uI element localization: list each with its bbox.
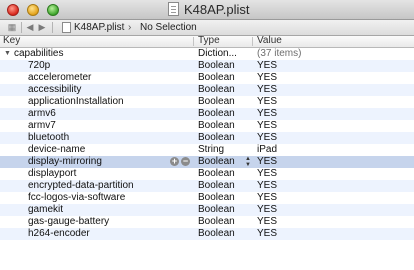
row-key: gamekit <box>28 204 64 215</box>
plist-row[interactable]: displayport Boolean YES <box>0 168 414 180</box>
plist-row-selected[interactable]: display-mirroring + − Boolean ▲ ▼ YES <box>0 156 414 168</box>
plist-row[interactable]: armv7 Boolean YES <box>0 120 414 132</box>
row-value: iPad <box>257 144 278 155</box>
plist-row-capabilities[interactable]: ▼ capabilities Diction... (37 items) <box>0 48 414 60</box>
disclosure-triangle-icon[interactable]: ▼ <box>4 48 11 60</box>
forward-arrow-icon[interactable]: ▶ <box>37 20 47 35</box>
row-value: YES <box>257 96 278 107</box>
column-header-value[interactable]: Value <box>257 35 282 47</box>
breadcrumb-file[interactable]: K48AP.plist <box>74 20 124 35</box>
add-item-icon[interactable]: + <box>170 157 179 166</box>
row-value: YES <box>257 228 278 239</box>
row-key: applicationInstallation <box>28 96 124 107</box>
plist-row[interactable]: armv6 Boolean YES <box>0 108 414 120</box>
plist-row[interactable]: bluetooth Boolean YES <box>0 132 414 144</box>
row-key: accelerometer <box>28 72 92 83</box>
row-key: h264-encoder <box>28 228 90 239</box>
row-value: YES <box>257 180 278 191</box>
related-items-grid-icon[interactable]: ▦ <box>6 20 18 35</box>
remove-item-icon[interactable]: − <box>181 157 190 166</box>
jump-bar-separator <box>21 22 22 33</box>
column-divider[interactable] <box>193 37 194 46</box>
document-icon <box>168 2 179 16</box>
plist-row[interactable]: applicationInstallation Boolean YES <box>0 96 414 108</box>
column-header: Key Type Value <box>0 35 414 48</box>
row-type: Boolean <box>198 72 235 83</box>
row-value: (37 items) <box>257 48 302 59</box>
row-key: accessibility <box>28 84 82 95</box>
title-bar: K48AP.plist <box>0 0 414 20</box>
row-type: Boolean <box>198 228 235 239</box>
row-key: encrypted-data-partition <box>28 180 134 191</box>
row-value: YES <box>257 120 278 131</box>
plist-row[interactable]: device-name String iPad <box>0 144 414 156</box>
value-stepper-icon[interactable]: ▲ ▼ <box>244 156 252 168</box>
plist-row[interactable]: gamekit Boolean YES <box>0 204 414 216</box>
row-type[interactable]: Boolean <box>198 156 235 168</box>
plist-row[interactable]: h264-encoder Boolean YES <box>0 228 414 240</box>
column-divider[interactable] <box>252 37 253 46</box>
row-key: gas-gauge-battery <box>28 216 110 227</box>
close-window-button[interactable] <box>7 4 19 16</box>
jump-bar-separator <box>52 22 53 33</box>
row-value: YES <box>257 72 278 83</box>
plist-row[interactable]: encrypted-data-partition Boolean YES <box>0 180 414 192</box>
window-title: K48AP.plist <box>184 2 250 17</box>
row-key: displayport <box>28 168 77 179</box>
row-type: Boolean <box>198 132 235 143</box>
zoom-window-button[interactable] <box>47 4 59 16</box>
breadcrumb-selection[interactable]: No Selection <box>140 20 197 35</box>
row-value: YES <box>257 108 278 119</box>
breadcrumb-chevron-icon: › <box>128 22 132 33</box>
plist-row[interactable]: accessibility Boolean YES <box>0 84 414 96</box>
row-value: YES <box>257 60 278 71</box>
plist-row[interactable]: accelerometer Boolean YES <box>0 72 414 84</box>
row-type: Boolean <box>198 192 235 203</box>
row-type: Boolean <box>198 204 235 215</box>
row-type: Boolean <box>198 96 235 107</box>
row-type: Boolean <box>198 180 235 191</box>
row-key: device-name <box>28 144 86 155</box>
column-header-key[interactable]: Key <box>3 35 20 47</box>
jump-bar: ▦ ◀ ▶ K48AP.plist › No Selection <box>0 20 414 36</box>
row-type: Boolean <box>198 84 235 95</box>
row-key: armv7 <box>28 120 56 131</box>
row-key: 720p <box>28 60 51 71</box>
plist-row[interactable]: 720p Boolean YES <box>0 60 414 72</box>
row-type: Boolean <box>198 120 235 131</box>
row-key: armv6 <box>28 108 56 119</box>
row-value: YES <box>257 132 278 143</box>
plist-row[interactable]: gas-gauge-battery Boolean YES <box>0 216 414 228</box>
row-value: YES <box>257 216 278 227</box>
row-value: YES <box>257 168 278 179</box>
row-type: Boolean <box>198 60 235 71</box>
row-value[interactable]: YES <box>257 156 277 168</box>
row-key: fcc-logos-via-software <box>28 192 126 203</box>
row-type: Boolean <box>198 168 235 179</box>
row-value: YES <box>257 84 278 95</box>
minimize-window-button[interactable] <box>27 4 39 16</box>
row-type: Boolean <box>198 216 235 227</box>
row-value: YES <box>257 192 278 203</box>
row-type: Boolean <box>198 108 235 119</box>
plist-row[interactable]: fcc-logos-via-software Boolean YES <box>0 192 414 204</box>
row-key: capabilities <box>14 48 64 59</box>
plist-file-icon <box>62 22 71 33</box>
row-key: bluetooth <box>28 132 70 143</box>
row-type: String <box>198 144 225 155</box>
row-type: Diction... <box>198 48 237 59</box>
row-key: display-mirroring <box>28 156 102 167</box>
column-header-type[interactable]: Type <box>198 35 220 47</box>
row-value: YES <box>257 204 278 215</box>
back-arrow-icon[interactable]: ◀ <box>25 20 35 35</box>
